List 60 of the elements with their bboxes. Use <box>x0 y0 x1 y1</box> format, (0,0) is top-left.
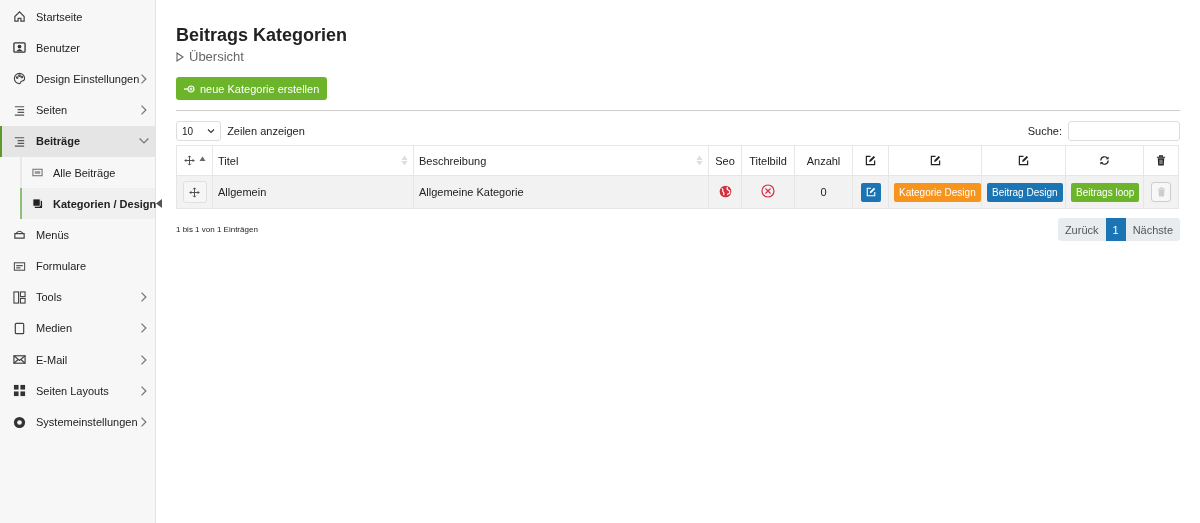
drag-handle[interactable] <box>182 181 207 203</box>
page-size-select[interactable]: 10 <box>176 121 222 141</box>
column-header: Beschreibung <box>419 154 487 167</box>
previous-button[interactable]: Zurück <box>1057 218 1106 241</box>
action-button[interactable]: Beitrag Design <box>987 182 1063 202</box>
column-header: Titelbild <box>749 154 787 167</box>
sidebar-item[interactable]: Beiträge <box>0 125 155 157</box>
sidebar-item[interactable]: Formulare <box>0 250 155 282</box>
search-field[interactable] <box>1068 121 1180 141</box>
palette-icon <box>13 72 26 86</box>
sidebar-item[interactable]: Seiten <box>0 94 155 126</box>
next-button[interactable]: Nächste <box>1125 218 1180 241</box>
sidebar-item[interactable]: Startseite <box>0 1 155 33</box>
breadcrumb: Übersicht <box>189 49 244 64</box>
move-icon <box>183 155 195 166</box>
sidebar-item[interactable]: Systemeinstellungen <box>0 406 155 438</box>
stack-icon <box>32 198 43 210</box>
page-icon <box>13 321 26 335</box>
home-icon <box>13 10 26 24</box>
envelope-icon <box>13 353 26 367</box>
page-size-label: Zeilen anzeigen <box>227 125 305 137</box>
refresh-icon <box>1099 155 1110 166</box>
sidebar-item[interactable]: Design Einstellungen <box>0 63 155 95</box>
column-header: Anzahl <box>806 154 841 167</box>
sort-icon[interactable] <box>401 155 408 166</box>
trash-icon <box>1156 155 1166 166</box>
page-button[interactable]: 1 <box>1105 218 1126 241</box>
sidebar-item[interactable]: Seiten Layouts <box>0 375 155 407</box>
form-icon <box>13 259 26 273</box>
search-label: Suche: <box>1027 125 1062 137</box>
page-title: Beitrags Kategorien <box>176 24 349 47</box>
grid-icon <box>13 290 26 304</box>
edit-icon <box>865 187 876 197</box>
sidebar-item[interactable]: Menüs <box>0 219 155 251</box>
list-icon <box>13 134 26 148</box>
entries-info: 1 bis 1 von 1 Einträgen <box>176 225 258 234</box>
edit-icon <box>1018 155 1029 166</box>
user-card-icon <box>13 41 26 55</box>
table-cell: 0 <box>820 186 827 198</box>
trash-icon <box>1156 187 1166 197</box>
sidebar-item[interactable]: E-Mail <box>0 344 155 376</box>
sidebar-item[interactable]: Medien <box>0 312 155 345</box>
edit-icon <box>929 155 941 166</box>
chevron-down-icon <box>207 128 216 134</box>
edit-button[interactable] <box>860 182 881 202</box>
blocks-icon <box>13 384 26 398</box>
box-icon <box>13 228 26 242</box>
card-icon <box>32 167 43 179</box>
column-header: Seo <box>715 154 735 167</box>
sidebar-item[interactable]: Tools <box>0 281 155 313</box>
table-cell: Allgemein <box>218 186 267 198</box>
move-icon <box>189 186 200 198</box>
indent-list-icon <box>13 103 26 117</box>
sort-icon[interactable] <box>696 155 703 166</box>
edit-icon <box>865 155 876 166</box>
plus-circle-icon <box>184 84 195 93</box>
sidebar-item[interactable]: Benutzer <box>0 32 155 64</box>
column-header: Titel <box>218 154 239 167</box>
play-outline-icon <box>176 51 184 62</box>
table-cell: Allgemeine Kategorie <box>419 186 524 198</box>
